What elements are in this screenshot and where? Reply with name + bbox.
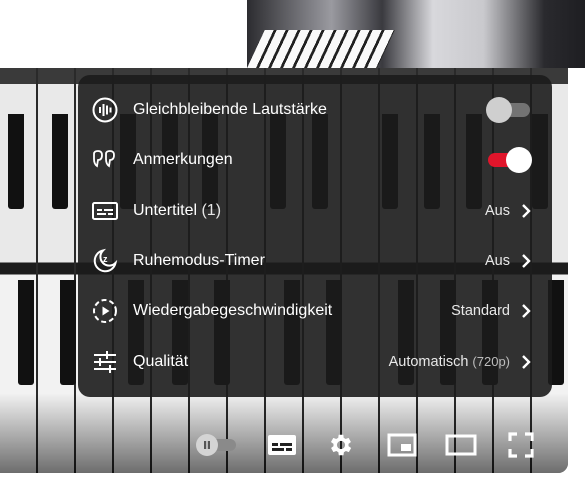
menu-item-label: Untertitel (1) [133, 201, 222, 219]
miniplayer-button[interactable] [382, 429, 422, 461]
menu-item-sleep-timer[interactable]: z Ruhemodus-Timer Aus [78, 236, 552, 286]
stable-volume-toggle[interactable] [486, 97, 532, 124]
menu-item-annotations[interactable]: Anmerkungen [78, 135, 552, 185]
chevron-right-icon [520, 203, 534, 219]
menu-item-stable-volume[interactable]: Gleichbleibende Lautstärke [78, 85, 552, 135]
quality-sliders-icon [91, 348, 119, 376]
fullscreen-icon [508, 432, 534, 458]
subtitles-icon [91, 197, 119, 225]
settings-gear-icon [330, 434, 352, 456]
player-controls-bar [0, 415, 568, 473]
settings-button[interactable] [321, 429, 361, 461]
fullscreen-button[interactable] [501, 429, 541, 461]
stable-volume-icon [91, 96, 119, 124]
menu-item-value: Standard [451, 303, 510, 320]
menu-item-label: Qualität [133, 352, 189, 370]
menu-item-label: Wiedergabegeschwindigkeit [133, 302, 333, 320]
chevron-right-icon [520, 354, 534, 370]
miniplayer-icon [387, 433, 417, 457]
theater-mode-icon [445, 434, 477, 456]
subtitles-button[interactable] [262, 429, 302, 461]
chevron-right-icon [520, 303, 534, 319]
menu-item-playback-speed[interactable]: Wiedergabegeschwindigkeit Standard [78, 286, 552, 336]
menu-item-label: Gleichbleibende Lautstärke [133, 101, 327, 119]
video-thumbnail-top [247, 0, 585, 68]
subtitles-icon [268, 435, 296, 455]
theater-mode-button[interactable] [441, 429, 481, 461]
menu-item-value: Aus [485, 253, 510, 270]
autoplay-pause-icon [196, 434, 218, 456]
thumbnail-piano-keys [247, 30, 395, 68]
svg-text:z: z [103, 254, 108, 264]
chevron-right-icon [520, 253, 534, 269]
autoplay-toggle[interactable] [196, 429, 236, 461]
sleep-timer-icon: z [91, 247, 119, 275]
menu-item-value: Automatisch (720p) [388, 353, 510, 370]
menu-item-quality[interactable]: Qualität Automatisch (720p) [78, 336, 552, 386]
annotations-icon [91, 146, 119, 174]
menu-item-value: Aus [485, 202, 510, 219]
quality-resolution: (720p) [472, 353, 510, 369]
settings-menu: Gleichbleibende Lautstärke Anmerkungen U… [78, 75, 552, 397]
playback-speed-icon [91, 297, 119, 325]
menu-item-label: Anmerkungen [133, 151, 233, 169]
subtitles-count: (1) [197, 201, 222, 219]
menu-item-subtitles[interactable]: Untertitel (1) Aus [78, 186, 552, 236]
annotations-toggle[interactable] [486, 147, 532, 174]
menu-item-label: Ruhemodus-Timer [133, 252, 265, 270]
